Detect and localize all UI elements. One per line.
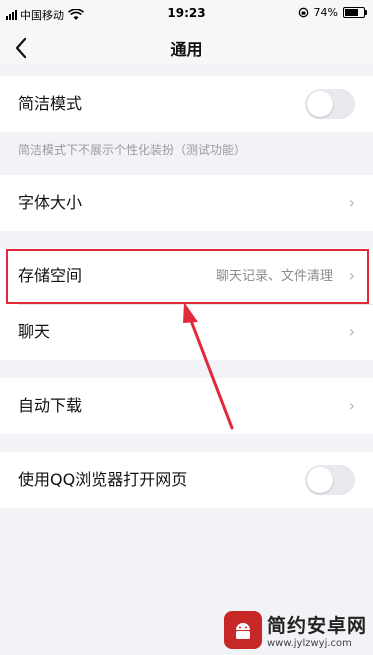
chevron-right-icon: › bbox=[348, 193, 355, 212]
nav-bar: 通用 bbox=[0, 28, 373, 64]
chevron-right-icon: › bbox=[348, 396, 355, 415]
qq-browser-toggle[interactable] bbox=[305, 465, 355, 495]
qq-browser-row: 使用QQ浏览器打开网页 bbox=[0, 452, 373, 508]
watermark-url: www.jylzwyj.com bbox=[266, 638, 352, 649]
android-logo-icon bbox=[223, 611, 262, 649]
toggle-knob bbox=[307, 467, 333, 493]
simple-mode-toggle[interactable] bbox=[305, 89, 355, 119]
simple-mode-hint: 简洁模式下不展示个性化装扮（测试功能） bbox=[18, 143, 247, 157]
toggle-knob bbox=[307, 91, 333, 117]
status-right: 74% bbox=[298, 6, 367, 19]
qq-browser-card: 使用QQ浏览器打开网页 bbox=[0, 452, 373, 508]
watermark-text: 简约安卓网 www.jylzwyj.com bbox=[267, 611, 367, 649]
battery-icon bbox=[343, 7, 367, 18]
qq-browser-label: 使用QQ浏览器打开网页 bbox=[18, 470, 188, 489]
auto-download-row[interactable]: 自动下载 › bbox=[0, 378, 373, 434]
chevron-right-icon: › bbox=[348, 322, 355, 341]
page-title: 通用 bbox=[170, 40, 203, 59]
simple-mode-row: 简洁模式 bbox=[0, 76, 373, 132]
auto-download-label: 自动下载 bbox=[18, 396, 83, 415]
watermark: 简约安卓网 www.jylzwyj.com bbox=[223, 611, 367, 649]
chat-row[interactable]: 聊天 › bbox=[0, 304, 373, 360]
chat-label: 聊天 bbox=[18, 322, 51, 341]
battery-percent: 74% bbox=[313, 6, 338, 19]
font-size-label: 字体大小 bbox=[18, 193, 83, 212]
rotation-lock-icon bbox=[298, 7, 308, 18]
watermark-name: 简约安卓网 bbox=[266, 615, 367, 637]
annotation-highlight-box bbox=[6, 249, 369, 304]
status-bar: 中国移动 19:23 74% bbox=[0, 0, 373, 28]
simple-mode-card: 简洁模式 bbox=[0, 76, 373, 132]
simple-mode-label: 简洁模式 bbox=[18, 94, 83, 113]
font-size-row[interactable]: 字体大小 › bbox=[0, 175, 373, 231]
font-size-card: 字体大小 › bbox=[0, 175, 373, 231]
auto-download-card: 自动下载 › bbox=[0, 378, 373, 434]
